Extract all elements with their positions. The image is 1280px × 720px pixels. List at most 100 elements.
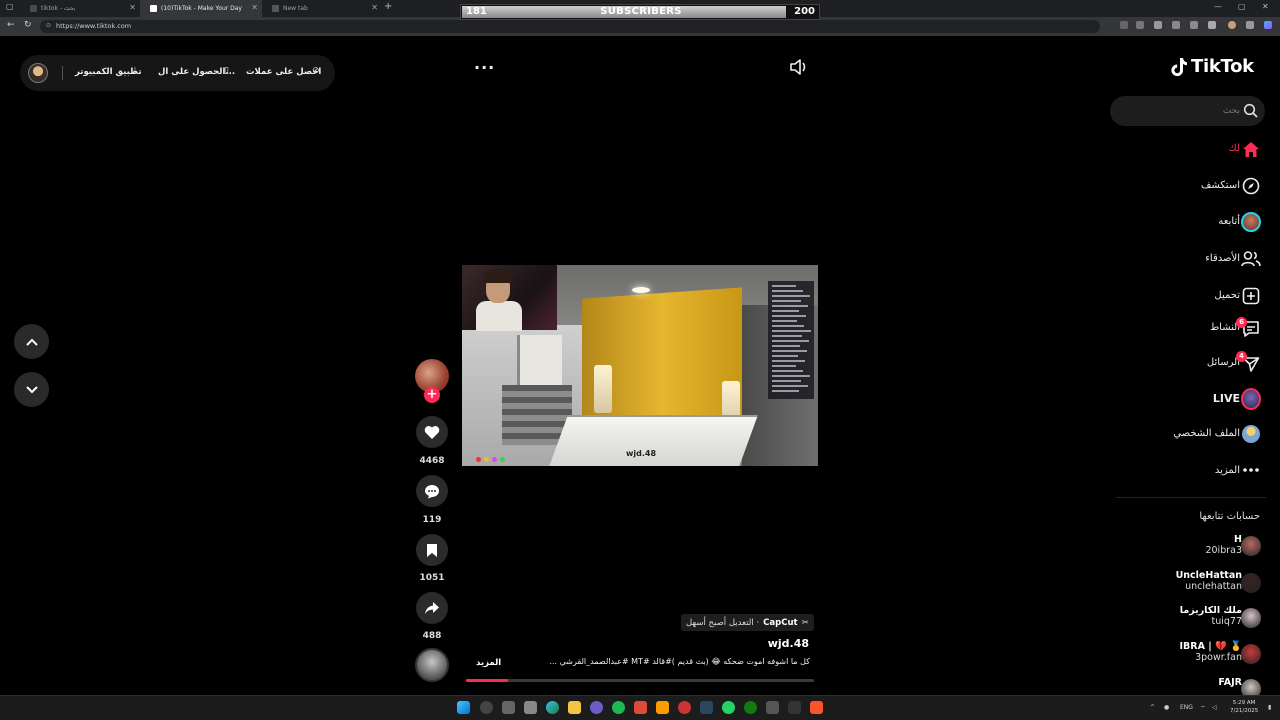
following-account[interactable]: ملك الكاريزما tuiq77 <box>1180 605 1242 627</box>
close-window-icon[interactable]: ✕ <box>1262 2 1269 11</box>
following-avatar-icon[interactable] <box>1241 212 1261 232</box>
following-account[interactable]: IBRA | 💔 🥇 3powr.fan <box>1180 641 1243 663</box>
profile-icon[interactable] <box>1241 424 1261 444</box>
tab-close-icon[interactable]: ✕ <box>129 3 136 12</box>
tab-close-icon[interactable]: ✕ <box>371 3 378 12</box>
network-icon[interactable]: ⌔ <box>1200 704 1206 712</box>
spotify-icon[interactable] <box>612 701 625 714</box>
site-info-icon[interactable]: ⊙ <box>46 22 51 29</box>
tab-search[interactable]: tiktok - بحث ✕ <box>20 0 140 17</box>
sidebar-item-upload[interactable]: تحميل <box>1214 290 1240 301</box>
account-avatar[interactable] <box>1241 644 1261 664</box>
account-avatar[interactable] <box>1241 608 1261 628</box>
like-button[interactable] <box>416 416 448 448</box>
app-icon[interactable] <box>656 701 669 714</box>
favorites-icon[interactable] <box>1208 21 1216 29</box>
back-icon[interactable]: ← <box>7 20 15 30</box>
start-icon[interactable] <box>457 701 470 714</box>
author-name[interactable]: wjd.48 <box>768 637 809 650</box>
more-icon[interactable] <box>1241 460 1261 480</box>
tab-actions-icon[interactable]: ▢ <box>6 2 14 11</box>
friends-icon[interactable] <box>1241 249 1261 269</box>
upload-icon[interactable] <box>1241 286 1261 306</box>
previous-video-button[interactable] <box>14 324 49 359</box>
brave-icon[interactable] <box>810 701 823 714</box>
steam-icon[interactable] <box>700 701 713 714</box>
sidebar-item-live[interactable]: LIVE <box>1213 392 1240 405</box>
reload-icon[interactable]: ↻ <box>24 20 32 30</box>
video-progress-bar[interactable] <box>466 679 814 682</box>
notification-icon[interactable]: ▮ <box>1268 704 1271 711</box>
account-avatar[interactable] <box>1241 536 1261 556</box>
share-button[interactable] <box>416 592 448 624</box>
app-icon[interactable] <box>766 701 779 714</box>
music-disc[interactable] <box>415 648 449 682</box>
edge-icon[interactable] <box>546 701 559 714</box>
sidebar-item-for-you[interactable]: لك <box>1229 143 1240 154</box>
menu-icon[interactable] <box>1246 21 1254 29</box>
comment-button[interactable] <box>416 475 448 507</box>
following-account[interactable]: FAJR <box>1218 677 1242 688</box>
new-tab-icon[interactable]: + <box>384 1 392 12</box>
sidebar-item-more[interactable]: المزيد <box>1215 465 1240 476</box>
extension-icon[interactable] <box>1190 21 1198 29</box>
maximize-icon[interactable]: ▢ <box>1238 2 1246 11</box>
app-icon[interactable] <box>788 701 801 714</box>
sidebar-item-friends[interactable]: الأصدقاء <box>1205 253 1240 264</box>
system-clock[interactable]: 5:29 AM 7/21/2025 <box>1230 699 1258 715</box>
copilot-icon[interactable] <box>1264 21 1272 29</box>
caption-more-button[interactable]: المزيد <box>476 658 501 668</box>
get-app-link[interactable]: الحصول على ال... <box>158 67 235 77</box>
next-video-button[interactable] <box>14 372 49 407</box>
sidebar-item-messages[interactable]: الرسائل <box>1207 357 1240 368</box>
more-options-icon[interactable]: ··· <box>474 58 495 77</box>
app-icon[interactable] <box>634 701 647 714</box>
app-icon[interactable] <box>678 701 691 714</box>
search-input[interactable] <box>1120 103 1240 119</box>
task-view-icon[interactable] <box>502 701 515 714</box>
compass-icon[interactable] <box>1241 176 1261 196</box>
whatsapp-icon[interactable] <box>722 701 735 714</box>
following-account[interactable]: UncleHattan unclehattan <box>1176 570 1242 592</box>
xbox-icon[interactable] <box>744 701 757 714</box>
tab-new[interactable]: New tab ✕ <box>262 0 382 17</box>
minimize-icon[interactable]: — <box>1214 2 1222 11</box>
user-avatar[interactable] <box>28 63 48 83</box>
file-explorer-icon[interactable] <box>568 701 581 714</box>
volume-tray-icon[interactable]: ◁ <box>1212 704 1217 711</box>
widgets-icon[interactable] <box>524 701 537 714</box>
extension-icon[interactable] <box>1136 21 1144 29</box>
extension-icon[interactable] <box>1154 21 1162 29</box>
tray-app-icon[interactable]: ● <box>1164 704 1169 711</box>
tab-tiktok[interactable]: (10)TikTok - Make Your Day ✕ <box>140 0 262 17</box>
capcut-banner[interactable]: ✂ CapCut · التعديل أصبح أسهل <box>681 614 814 631</box>
app-icon[interactable] <box>590 701 603 714</box>
get-coins-link[interactable]: احصل على عملات <box>246 67 321 77</box>
video-player[interactable]: wjd.48 <box>462 265 818 466</box>
volume-icon[interactable] <box>789 58 809 76</box>
comment-count: 119 <box>422 515 442 525</box>
live-icon[interactable] <box>1241 388 1261 410</box>
search-box[interactable] <box>1110 96 1265 126</box>
account-avatar[interactable] <box>1241 573 1261 593</box>
url-field[interactable]: https://www.tiktok.com <box>40 20 1100 33</box>
share-icon <box>425 602 439 614</box>
desktop-app-link[interactable]: تطبيق الكمبيوتر <box>75 67 142 77</box>
home-icon[interactable] <box>1241 139 1261 159</box>
language-indicator[interactable]: ENG <box>1180 704 1193 711</box>
sidebar-item-following[interactable]: أتابعه <box>1218 216 1240 227</box>
following-account[interactable]: H 20ibra3 <box>1205 534 1242 556</box>
sidebar-item-explore[interactable]: استكشف <box>1201 180 1240 191</box>
taskbar-search-icon[interactable] <box>480 701 493 714</box>
game-menu-line <box>772 390 799 392</box>
extension-icon[interactable] <box>1172 21 1180 29</box>
tab-close-icon[interactable]: ✕ <box>251 3 258 12</box>
save-button[interactable] <box>416 534 448 566</box>
extension-icon[interactable] <box>1120 21 1128 29</box>
profile-avatar-icon[interactable] <box>1228 21 1236 29</box>
tiktok-logo[interactable]: TikTok <box>1170 56 1254 77</box>
sidebar-item-profile[interactable]: الملف الشخصي <box>1173 428 1240 439</box>
tray-chevron-icon[interactable]: ^ <box>1150 704 1155 711</box>
search-icon[interactable] <box>1243 103 1258 118</box>
follow-button[interactable]: + <box>424 387 440 403</box>
